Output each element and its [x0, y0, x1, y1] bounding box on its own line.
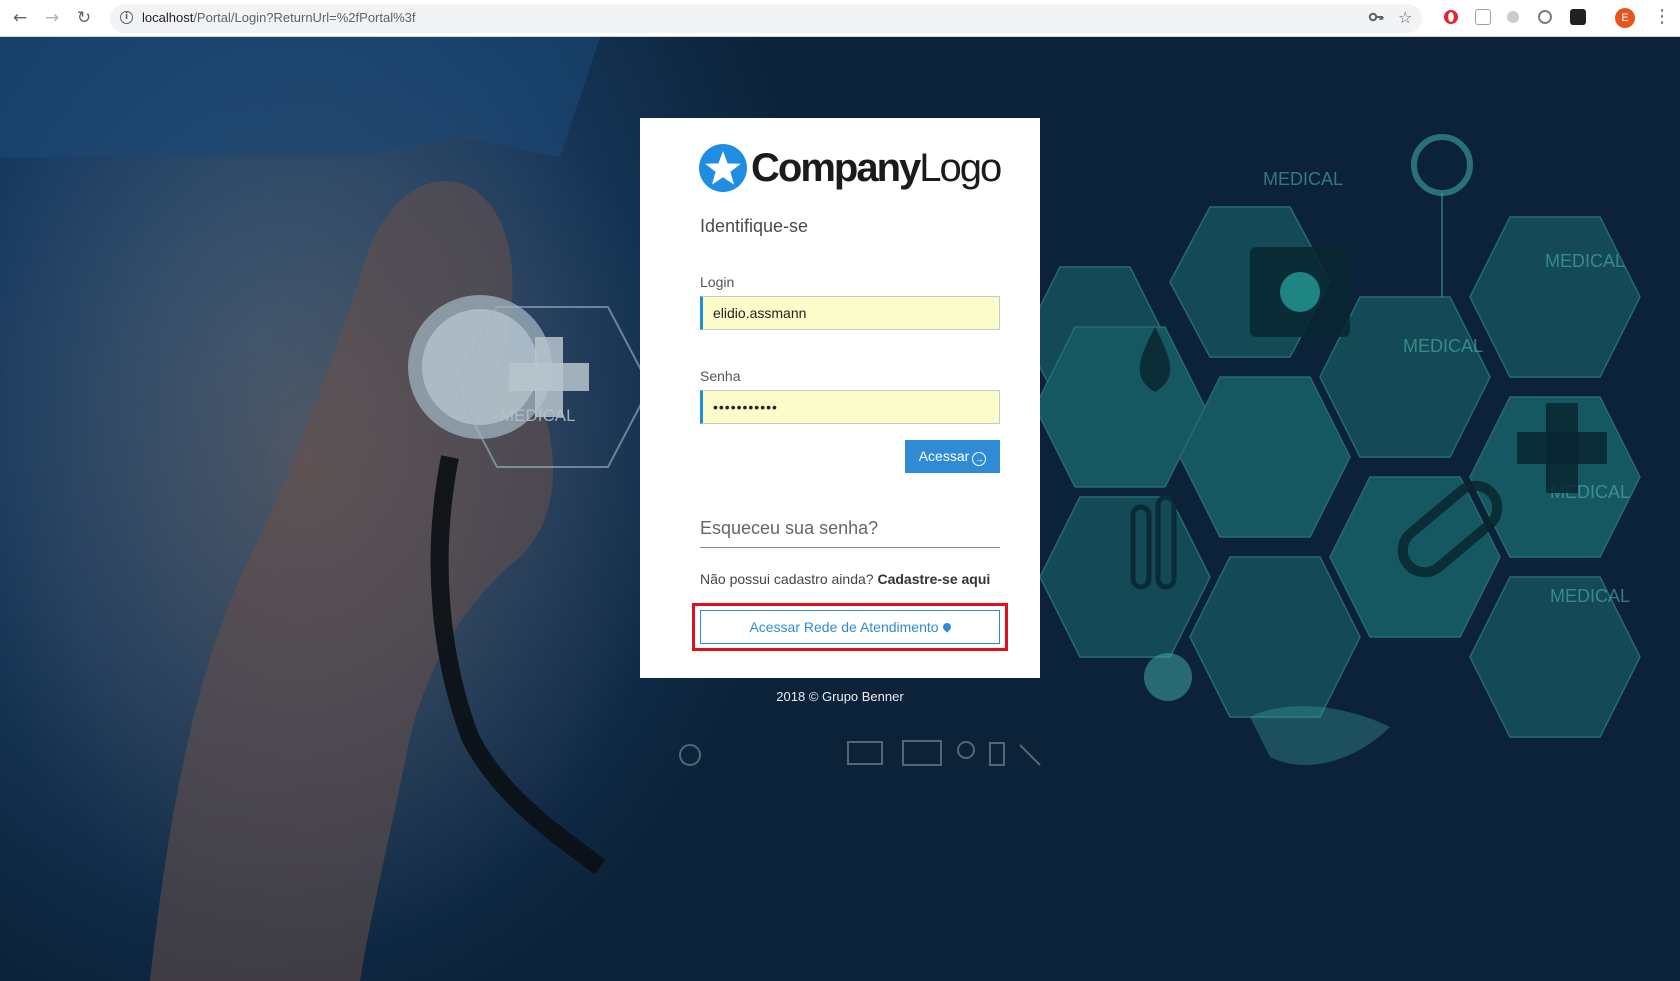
- password-input[interactable]: [700, 390, 1000, 424]
- bg-medical-label-4: MEDICAL: [1403, 336, 1483, 356]
- login-card: CompanyLogo Identifique-se Login Senha A…: [640, 118, 1040, 678]
- opera-extension-icon[interactable]: [1443, 9, 1459, 25]
- reload-icon[interactable]: ↻: [73, 7, 95, 29]
- incognito-extension-icon[interactable]: [1570, 9, 1586, 25]
- page-title: Identifique-se: [700, 216, 809, 236]
- password-label: Senha: [700, 368, 741, 384]
- register-link[interactable]: Cadastre-se aqui: [877, 571, 990, 587]
- logo-wordmark: CompanyLogo: [751, 146, 1002, 190]
- no-account-text: Não possui cadastro ainda?: [700, 571, 874, 587]
- network-access-label: Acessar Rede de Atendimento: [749, 619, 939, 635]
- login-label: Login: [700, 274, 735, 290]
- circle-extension-icon[interactable]: [1538, 10, 1552, 24]
- ghost-extension-icon[interactable]: [1507, 11, 1519, 23]
- screenshot-extension-icon[interactable]: [1475, 9, 1491, 25]
- bookmark-star-icon[interactable]: ☆: [1398, 9, 1412, 27]
- forgot-password-link[interactable]: Esqueceu sua senha?: [700, 518, 1000, 548]
- acessar-button[interactable]: Acessar →: [905, 440, 1000, 473]
- network-access-button[interactable]: Acessar Rede de Atendimento: [700, 610, 1000, 644]
- url-path: /Portal/Login?ReturnUrl=%2fPortal%3f: [193, 10, 416, 25]
- bg-medical-label-2: MEDICAL: [1263, 169, 1343, 189]
- logo-bold-text: Company: [751, 146, 921, 190]
- map-pin-icon: [940, 621, 953, 633]
- url-host: localhost: [142, 10, 194, 25]
- kebab-menu-icon[interactable]: ⋮: [1653, 6, 1671, 28]
- profile-avatar[interactable]: E: [1615, 8, 1635, 28]
- bg-medical-label-6: MEDICAL: [1550, 586, 1630, 606]
- url-text[interactable]: localhost/Portal/Login?ReturnUrl=%2fPort…: [142, 10, 416, 25]
- forward-arrow-icon[interactable]: →: [41, 7, 63, 29]
- login-input[interactable]: [700, 296, 1000, 330]
- address-bar[interactable]: i localhost/Portal/Login?ReturnUrl=%2fPo…: [110, 4, 1422, 33]
- back-arrow-icon[interactable]: ←: [9, 7, 31, 29]
- logo-light-text: Logo: [919, 146, 1002, 190]
- arrow-right-circle-icon: →: [972, 452, 987, 466]
- info-icon[interactable]: i: [120, 11, 133, 24]
- bg-medical-label-3: MEDICAL: [1545, 251, 1625, 271]
- key-icon[interactable]: [1368, 9, 1384, 29]
- register-prompt: Não possui cadastro ainda? Cadastre-se a…: [700, 571, 990, 587]
- footer-copyright: 2018 © Grupo Benner: [776, 689, 904, 704]
- acessar-button-label: Acessar: [918, 448, 970, 464]
- bg-medical-label-1: MEDICAL: [500, 406, 576, 425]
- star-logo-icon: [699, 144, 747, 192]
- browser-toolbar: ← → ↻ i localhost/Portal/Login?ReturnUrl…: [0, 0, 1680, 37]
